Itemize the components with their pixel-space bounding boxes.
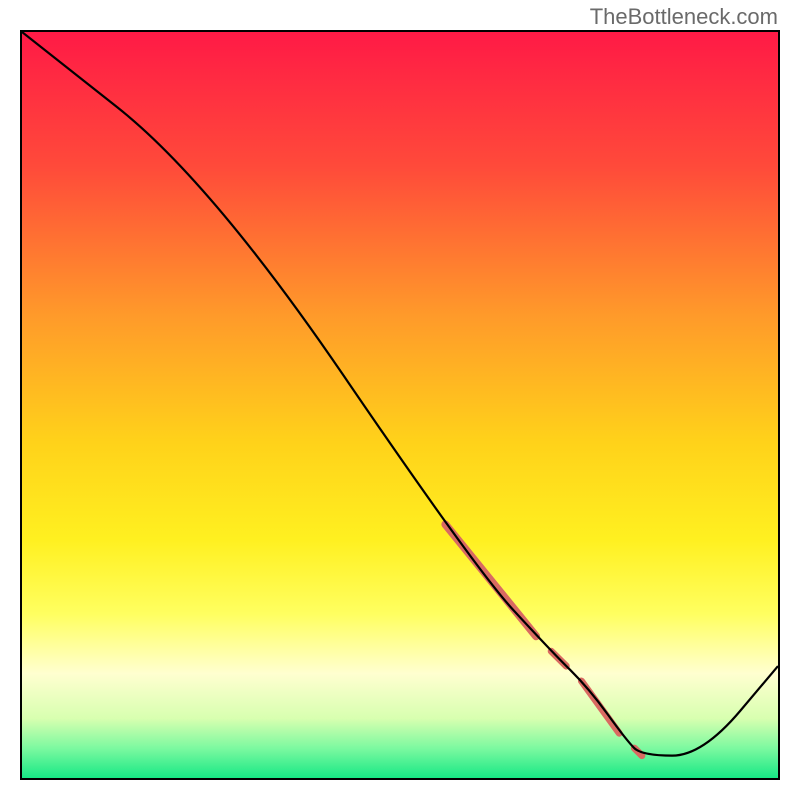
plot-area <box>20 30 780 780</box>
chart-overlay <box>22 32 778 778</box>
chart-container: TheBottleneck.com <box>0 0 800 800</box>
bottleneck-curve <box>22 32 778 756</box>
watermark-text: TheBottleneck.com <box>590 4 778 30</box>
